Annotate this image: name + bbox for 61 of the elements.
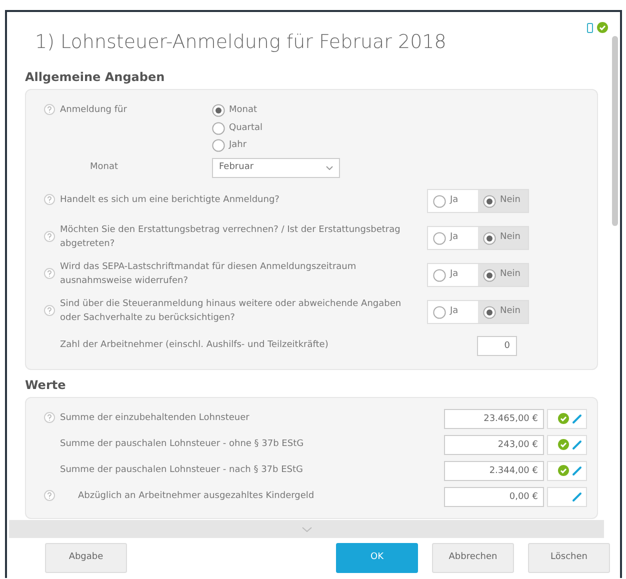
scrollbar-thumb[interactable] — [612, 36, 618, 226]
field-label: Monat — [89, 160, 120, 174]
field-label: Möchten Sie den Erstattungsbetrag verrechnen? / Ist der Erstattungsbetrag abgetreten? — [60, 224, 402, 251]
dialog-button[interactable]: Abbrechen — [432, 543, 514, 573]
check-icon — [558, 439, 569, 450]
option-label: Jahr — [229, 139, 247, 152]
phone-icon — [587, 22, 593, 32]
help-icon[interactable] — [44, 268, 55, 280]
radio-button[interactable] — [433, 194, 446, 208]
check-icon — [558, 465, 569, 476]
field-label: Anmeldung für — [60, 104, 128, 117]
amount-field[interactable]: 23.465,00 € — [444, 408, 544, 428]
choice-button[interactable]: Nein — [478, 264, 528, 286]
radio-button[interactable] — [483, 306, 496, 318]
radio-button[interactable] — [483, 268, 496, 282]
radio-button[interactable] — [483, 194, 496, 208]
radio-button[interactable] — [212, 122, 225, 135]
field-label: Wird das SEPA-Lastschriftmandat für diesen Anmeldungszeitraum ausnahmsweise widerrufen? — [60, 261, 358, 288]
check-icon — [597, 22, 608, 33]
help-icon[interactable] — [44, 412, 55, 423]
pencil-icon[interactable] — [572, 414, 582, 424]
pencil-icon[interactable] — [572, 466, 582, 476]
choice-button[interactable]: Nein — [478, 227, 528, 249]
field-label: Abzüglich an Arbeitnehmer ausgezahltes Kindergeld — [77, 490, 316, 503]
help-icon[interactable] — [44, 194, 55, 206]
radio-button[interactable] — [483, 232, 496, 244]
field-label: Summe der pauschalen Lohnsteuer - ohne § 37b EStG — [60, 438, 305, 451]
choice-button[interactable]: Nein — [478, 301, 528, 323]
help-icon[interactable] — [44, 490, 55, 501]
chevron-down-icon[interactable] — [302, 526, 312, 532]
pencil-icon[interactable] — [572, 492, 582, 502]
help-icon[interactable] — [44, 305, 55, 316]
dialog-button[interactable]: Abgabe — [45, 543, 127, 573]
radio-button[interactable] — [433, 306, 446, 318]
amount-field[interactable]: 2.344,00 € — [444, 460, 544, 480]
help-icon[interactable] — [44, 104, 55, 116]
section-heading: Werte — [25, 376, 67, 394]
section-heading: Allgemeine Angaben — [25, 69, 166, 86]
dialog-button[interactable]: Löschen — [528, 543, 610, 573]
radio-button[interactable] — [433, 232, 446, 244]
radio-button[interactable] — [212, 104, 225, 118]
pencil-icon[interactable] — [572, 440, 582, 450]
choice-button[interactable]: Nein — [478, 190, 528, 212]
field-label: Summe der pauschalen Lohnsteuer - nach § 37b EStG — [60, 464, 304, 477]
number-field[interactable]: 0 — [477, 336, 517, 356]
month-dropdown[interactable]: Februar — [212, 158, 340, 178]
radio-button[interactable] — [212, 139, 225, 152]
field-label: Sind über die Steueranmeldung hinaus weitere oder abweichende Angaben oder Sachverhalte zu berücksichtigen? — [60, 298, 402, 325]
field-label: Summe der einzubehaltenden Lohnsteuer — [60, 412, 250, 425]
radio-button[interactable] — [433, 268, 446, 282]
window-title: 1) Lohnsteuer-Anmeldung für Februar 2018 — [35, 31, 446, 53]
field-label: Zahl der Arbeitnehmer (einschl. Aushilfs- und Teilzeitkräfte) — [60, 338, 330, 352]
field-label: Handelt es sich um eine berichtigte Anmeldung? — [60, 194, 280, 208]
ok-button[interactable]: OK — [336, 543, 418, 573]
amount-field[interactable]: 0,00 € — [444, 486, 544, 506]
option-label: Monat — [229, 104, 258, 117]
help-icon[interactable] — [44, 231, 55, 242]
amount-field[interactable]: 243,00 € — [444, 434, 544, 454]
option-label: Quartal — [229, 122, 263, 134]
check-icon — [558, 413, 569, 424]
chevron-down-icon — [326, 166, 333, 170]
